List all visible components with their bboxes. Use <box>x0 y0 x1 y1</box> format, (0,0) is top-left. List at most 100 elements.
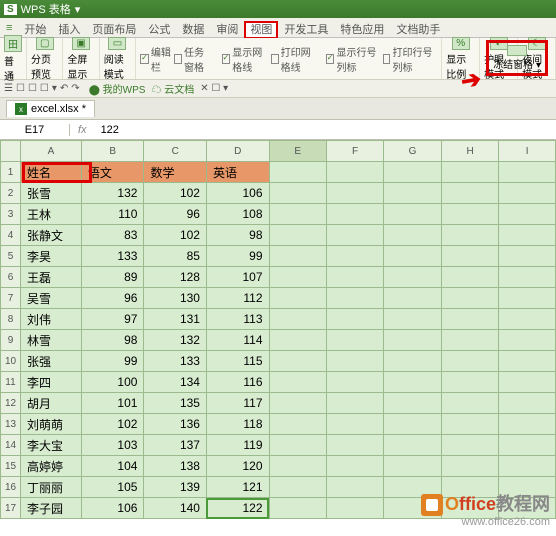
cell[interactable] <box>441 435 499 456</box>
cell-value[interactable]: 83 <box>81 225 144 246</box>
col-header-D[interactable]: D <box>206 141 269 162</box>
cell-value[interactable]: 110 <box>81 204 144 225</box>
cell[interactable] <box>441 267 499 288</box>
cell[interactable] <box>269 288 326 309</box>
tab-数据[interactable]: 数据 <box>176 21 210 39</box>
qat-item[interactable]: ▾ <box>52 83 57 94</box>
cell[interactable] <box>269 477 326 498</box>
cell-value[interactable]: 132 <box>144 330 207 351</box>
cell-value[interactable]: 104 <box>81 456 144 477</box>
check-编辑栏[interactable]: 编辑栏 <box>140 52 172 65</box>
col-header-I[interactable]: I <box>499 141 556 162</box>
cell-value[interactable]: 98 <box>81 330 144 351</box>
cell-name[interactable]: 刘萌萌 <box>21 414 82 435</box>
cell[interactable] <box>499 414 556 435</box>
cell-value[interactable]: 106 <box>206 183 269 204</box>
col-header-A[interactable]: A <box>21 141 82 162</box>
cell[interactable] <box>384 309 442 330</box>
qat-item[interactable]: ↶ <box>60 83 68 94</box>
cell[interactable] <box>384 498 442 519</box>
cell[interactable] <box>326 372 383 393</box>
row-header[interactable]: 14 <box>1 435 21 456</box>
cell[interactable] <box>441 309 499 330</box>
cell[interactable] <box>441 225 499 246</box>
row-header[interactable]: 6 <box>1 267 21 288</box>
tab-文档助手[interactable]: 文档助手 <box>390 21 446 39</box>
qat-item[interactable]: ☰ <box>4 83 13 94</box>
cell-value[interactable]: 140 <box>144 498 207 519</box>
check-打印行号列标[interactable]: 打印行号列标 <box>383 52 438 65</box>
cell-name[interactable]: 吴雪 <box>21 288 82 309</box>
cell-value[interactable]: 89 <box>81 267 144 288</box>
cell-value[interactable]: 134 <box>144 372 207 393</box>
view-分页预览[interactable]: ▢分页预览 <box>27 38 63 79</box>
row-header[interactable]: 1 <box>1 162 21 183</box>
row-header[interactable]: 15 <box>1 456 21 477</box>
header-cell[interactable]: 数学 <box>144 162 207 183</box>
cell-value[interactable]: 138 <box>144 456 207 477</box>
cell[interactable] <box>326 414 383 435</box>
cell[interactable] <box>441 330 499 351</box>
cell-value[interactable]: 102 <box>144 225 207 246</box>
cell[interactable] <box>326 267 383 288</box>
cell-value[interactable]: 102 <box>81 414 144 435</box>
cloud-docs-link[interactable]: ☁ 云文档 <box>151 81 194 96</box>
cell-name[interactable]: 高婷婷 <box>21 456 82 477</box>
row-header[interactable]: 8 <box>1 309 21 330</box>
cell[interactable] <box>441 477 499 498</box>
col-header-E[interactable]: E <box>269 141 326 162</box>
view-显示比例[interactable]: %显示比例 <box>442 38 480 79</box>
cell-name[interactable]: 林雪 <box>21 330 82 351</box>
cell[interactable] <box>441 372 499 393</box>
cell-name[interactable]: 李四 <box>21 372 82 393</box>
cell[interactable] <box>269 456 326 477</box>
cell[interactable] <box>326 162 383 183</box>
name-box[interactable]: E17 <box>0 124 70 136</box>
header-cell[interactable]: 姓名 <box>21 162 82 183</box>
check-显示网格线[interactable]: 显示网格线 <box>222 52 269 65</box>
row-header[interactable]: 13 <box>1 414 21 435</box>
cell-value[interactable]: 107 <box>206 267 269 288</box>
formula-value[interactable]: 122 <box>95 124 125 136</box>
cell-value[interactable]: 136 <box>144 414 207 435</box>
cell-value[interactable]: 103 <box>81 435 144 456</box>
my-wps-link[interactable]: ⬤ 我的WPS <box>89 81 146 96</box>
row-header[interactable]: 5 <box>1 246 21 267</box>
cell[interactable] <box>441 351 499 372</box>
cell[interactable] <box>499 288 556 309</box>
cell[interactable] <box>441 456 499 477</box>
spreadsheet[interactable]: ABCDEFGHI1姓名语文数学英语2张雪1321021063王林1109610… <box>0 140 556 519</box>
cell[interactable] <box>499 225 556 246</box>
cell-value[interactable]: 130 <box>144 288 207 309</box>
cell[interactable] <box>269 267 326 288</box>
cell-value[interactable]: 99 <box>81 351 144 372</box>
cell-value[interactable]: 105 <box>81 477 144 498</box>
cell-name[interactable]: 李子园 <box>21 498 82 519</box>
cell-value[interactable]: 131 <box>144 309 207 330</box>
cell[interactable] <box>499 477 556 498</box>
tab-特色应用[interactable]: 特色应用 <box>334 21 390 39</box>
cell-value[interactable]: 108 <box>206 204 269 225</box>
cell[interactable] <box>499 330 556 351</box>
cell-value[interactable]: 114 <box>206 330 269 351</box>
row-header[interactable]: 16 <box>1 477 21 498</box>
cell-value[interactable]: 85 <box>144 246 207 267</box>
cell[interactable] <box>269 204 326 225</box>
cell[interactable] <box>269 414 326 435</box>
cell[interactable] <box>384 456 442 477</box>
cell-value[interactable]: 113 <box>206 309 269 330</box>
cell[interactable] <box>326 435 383 456</box>
cell[interactable] <box>499 351 556 372</box>
cell-value[interactable]: 102 <box>144 183 207 204</box>
cell[interactable] <box>441 393 499 414</box>
header-cell[interactable]: 语文 <box>81 162 144 183</box>
cell[interactable] <box>384 246 442 267</box>
cell[interactable] <box>441 162 499 183</box>
cell-value[interactable]: 122 <box>206 498 269 519</box>
cell[interactable] <box>499 162 556 183</box>
cell[interactable] <box>441 498 499 519</box>
cell-value[interactable]: 135 <box>144 393 207 414</box>
cell-value[interactable]: 117 <box>206 393 269 414</box>
cell[interactable] <box>326 225 383 246</box>
cell-value[interactable]: 99 <box>206 246 269 267</box>
